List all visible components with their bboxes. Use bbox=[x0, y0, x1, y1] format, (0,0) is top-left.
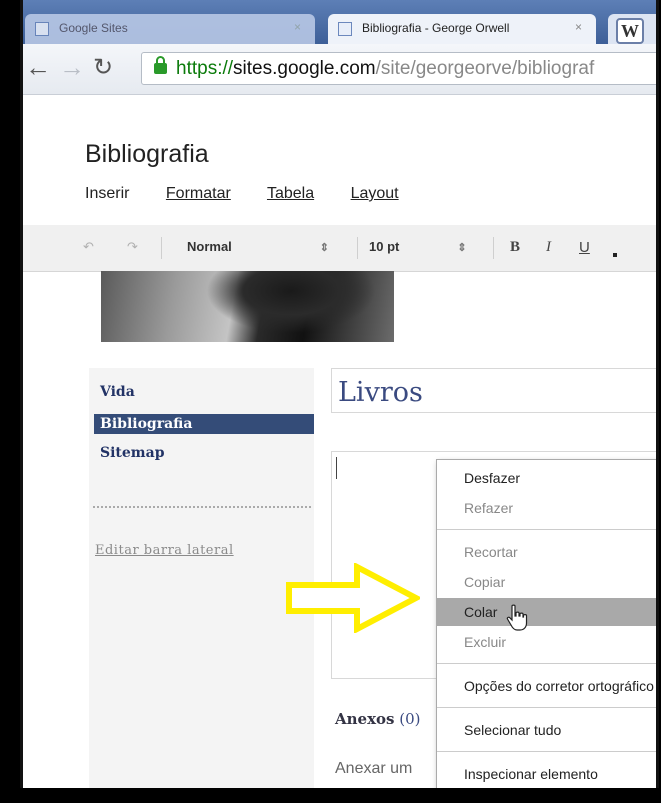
italic-button[interactable]: I bbox=[546, 239, 551, 256]
select-arrows-icon: ⇕ bbox=[319, 242, 330, 254]
attach-file-link[interactable]: Anexar um bbox=[335, 760, 412, 778]
forward-arrow-icon[interactable]: → bbox=[59, 54, 85, 80]
menu-separator bbox=[437, 751, 656, 752]
navigation-toolbar: ← → ↻ https://sites.google.com/site/geor… bbox=[23, 44, 656, 95]
menu-item-recortar[interactable]: Recortar bbox=[437, 538, 656, 566]
sidebar: Vida Bibliografia Sitemap Editar barra l… bbox=[89, 368, 314, 788]
url-text: https://sites.google.com/site/georgeorve… bbox=[176, 53, 594, 84]
tab-label: Bibliografia - George Orwell bbox=[362, 21, 510, 35]
bold-button[interactable]: B bbox=[510, 239, 520, 256]
menu-item-desfazer[interactable]: Desfazer bbox=[437, 464, 656, 492]
reload-icon[interactable]: ↻ bbox=[93, 55, 113, 81]
menu-separator bbox=[437, 663, 656, 664]
google-sites-favicon-icon bbox=[338, 22, 352, 36]
select-arrows-icon: ⇕ bbox=[457, 242, 467, 254]
address-bar[interactable]: https://sites.google.com/site/georgeorve… bbox=[141, 52, 656, 85]
url-path: /site/georgeorve/bibliograf bbox=[375, 58, 595, 79]
menu-separator bbox=[437, 529, 656, 530]
toolbar-divider bbox=[357, 237, 358, 259]
menu-item-spellcheck-options[interactable]: Opções do corretor ortográfico bbox=[437, 672, 656, 700]
menu-tabela[interactable]: Tabela bbox=[267, 185, 330, 202]
tab-wikipedia[interactable]: W bbox=[608, 14, 656, 44]
menu-layout[interactable]: Layout bbox=[351, 185, 415, 202]
text-caret bbox=[336, 457, 337, 479]
menu-formatar[interactable]: Formatar bbox=[166, 185, 247, 202]
toolbar-divider bbox=[161, 237, 162, 259]
redo-icon[interactable]: ↷ bbox=[127, 239, 138, 255]
menu-label: Formatar bbox=[165, 185, 231, 202]
back-arrow-icon[interactable]: ← bbox=[25, 54, 51, 80]
menu-item-inspect-element[interactable]: Inspecionar elemento bbox=[437, 760, 656, 788]
attachments-count: (0) bbox=[399, 710, 421, 728]
tab-bibliografia[interactable]: Bibliografia - George Orwell × bbox=[328, 14, 596, 44]
sidebar-item-vida[interactable]: Vida bbox=[94, 382, 314, 402]
edit-sidebar-link[interactable]: Editar barra lateral bbox=[95, 543, 234, 558]
google-sites-favicon-icon bbox=[35, 22, 49, 36]
undo-icon[interactable]: ↶ bbox=[83, 239, 94, 255]
menu-label: Tabela bbox=[266, 185, 315, 202]
sidebar-item-bibliografia[interactable]: Bibliografia bbox=[94, 414, 314, 434]
context-menu: Desfazer Refazer Recortar Copiar Colar E… bbox=[436, 459, 656, 788]
page-title: Bibliografia bbox=[85, 140, 209, 168]
tab-google-sites[interactable]: Google Sites × bbox=[25, 14, 315, 44]
attachments-label: Anexos bbox=[335, 710, 395, 728]
style-value: Normal bbox=[187, 239, 232, 254]
font-color-icon[interactable] bbox=[613, 239, 618, 257]
page-heading[interactable]: Livros bbox=[331, 368, 656, 413]
format-toolbar: ↶ ↷ Normal ⇕ 10 pt ⇕ B I U bbox=[23, 225, 656, 272]
tab-strip: Google Sites × Bibliografia - George Orw… bbox=[23, 0, 656, 44]
browser-window: Google Sites × Bibliografia - George Orw… bbox=[20, 0, 659, 788]
url-scheme: https:// bbox=[176, 58, 234, 79]
sidebar-item-sitemap[interactable]: Sitemap bbox=[94, 443, 314, 463]
editor-menubar: Inserir Formatar Tabela Layout bbox=[85, 185, 431, 203]
wikipedia-favicon-icon: W bbox=[616, 18, 644, 44]
sidebar-divider bbox=[93, 506, 311, 508]
menu-label: Layout bbox=[350, 185, 399, 202]
lock-icon bbox=[154, 56, 167, 74]
menu-item-select-all[interactable]: Selecionar tudo bbox=[437, 716, 656, 744]
url-host: sites.google.com bbox=[233, 58, 376, 79]
menu-item-refazer[interactable]: Refazer bbox=[437, 494, 656, 522]
annotation-arrow bbox=[286, 563, 420, 633]
attachments-section: Anexos (0) bbox=[335, 710, 421, 728]
close-tab-icon[interactable]: × bbox=[294, 20, 301, 34]
toolbar-divider bbox=[493, 237, 494, 259]
font-size-select[interactable]: 10 pt ⇕ bbox=[369, 239, 467, 254]
close-tab-icon[interactable]: × bbox=[575, 20, 582, 34]
tab-label: Google Sites bbox=[59, 21, 128, 35]
underline-button[interactable]: U bbox=[579, 239, 590, 256]
menu-item-excluir[interactable]: Excluir bbox=[437, 628, 656, 656]
paragraph-style-select[interactable]: Normal ⇕ bbox=[187, 239, 329, 254]
menu-inserir[interactable]: Inserir bbox=[85, 185, 145, 202]
header-photo bbox=[101, 271, 394, 342]
menu-label: Inserir bbox=[85, 185, 130, 202]
menu-item-colar[interactable]: Colar bbox=[437, 598, 656, 626]
menu-separator bbox=[437, 707, 656, 708]
menu-item-copiar[interactable]: Copiar bbox=[437, 568, 656, 596]
size-value: 10 pt bbox=[369, 239, 400, 254]
